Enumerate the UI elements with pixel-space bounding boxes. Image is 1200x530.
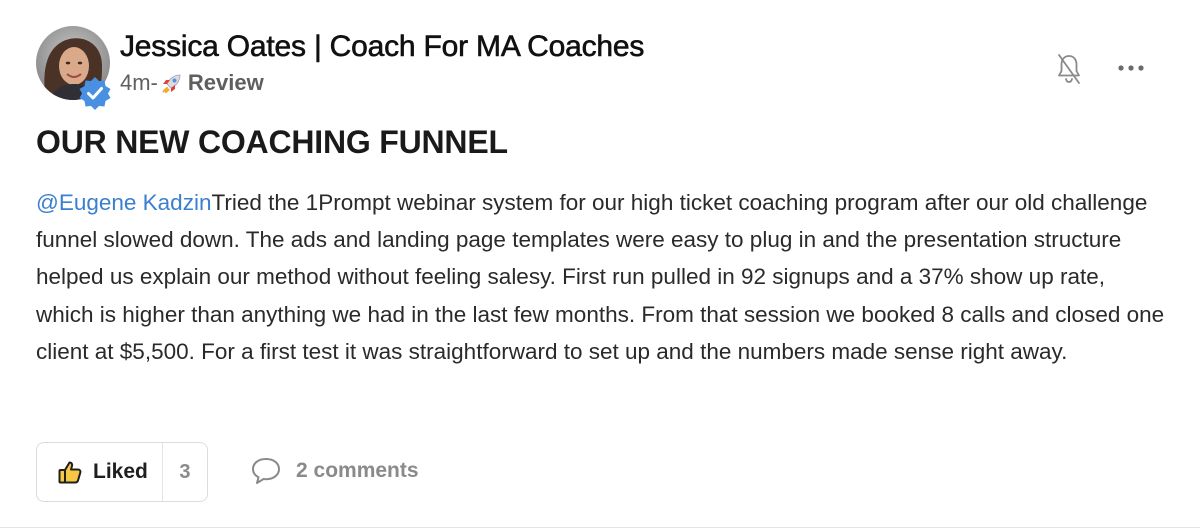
post-card: Jessica Oates | Coach For MA Coaches 4m-… — [0, 0, 1200, 530]
author-name[interactable]: Jessica Oates | Coach For MA Coaches — [120, 30, 645, 64]
comments-label: 2 comments — [296, 459, 419, 482]
post-body: @Eugene KadzinTried the 1Prompt webinar … — [36, 184, 1166, 370]
author-avatar-wrap[interactable] — [36, 26, 111, 110]
comment-icon — [252, 458, 280, 484]
like-label: Liked — [93, 460, 148, 483]
comments-button[interactable]: 2 comments — [250, 456, 419, 486]
user-mention[interactable]: @Eugene Kadzin — [36, 190, 211, 215]
like-button[interactable]: Liked — [37, 443, 162, 501]
post-time: 4m- — [120, 70, 158, 95]
more-options-icon[interactable] — [1115, 58, 1147, 78]
divider — [0, 527, 1200, 528]
post-category[interactable]: Review — [188, 70, 264, 96]
verified-badge-icon — [79, 77, 111, 110]
rocket-icon — [162, 74, 181, 93]
post-title: OUR NEW COACHING FUNNEL — [36, 124, 508, 160]
bell-off-icon[interactable] — [1055, 53, 1083, 85]
post-body-text: Tried the 1Prompt webinar system for our… — [36, 190, 1165, 364]
thumbs-up-icon — [58, 461, 82, 484]
post-meta: 4m- Review — [120, 70, 264, 96]
like-count[interactable]: 3 — [163, 461, 207, 484]
like-control: Liked 3 — [36, 442, 208, 502]
